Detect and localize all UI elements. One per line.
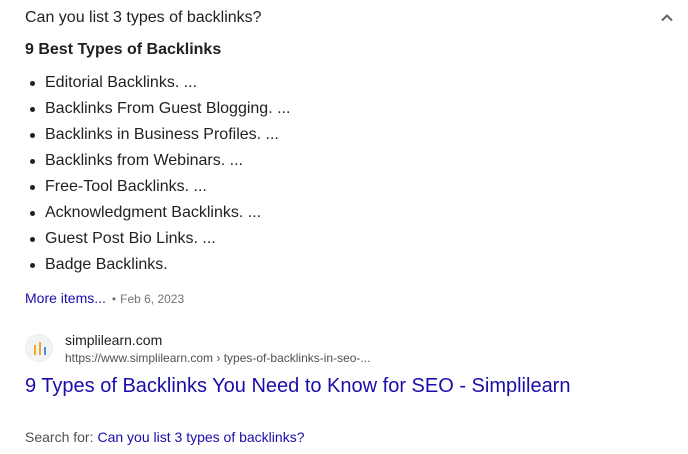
list-item: Guest Post Bio Links. ... <box>25 226 290 252</box>
bullet-icon <box>30 81 35 86</box>
search-for-label: Search for: <box>25 429 94 445</box>
list-item: Backlinks From Guest Blogging. ... <box>25 96 290 122</box>
answer-meta: More items... • Feb 6, 2023 <box>25 289 184 308</box>
list-item: Free-Tool Backlinks. ... <box>25 174 290 200</box>
chevron-up-icon[interactable] <box>659 10 675 26</box>
bullet-icon <box>30 237 35 242</box>
paa-expanded-panel: Can you list 3 types of backlinks? 9 Bes… <box>0 0 688 454</box>
list-item: Editorial Backlinks. ... <box>25 70 290 96</box>
list-item-text: Editorial Backlinks. ... <box>45 74 198 91</box>
simplilearn-favicon-icon <box>25 334 53 362</box>
list-item-text: Backlinks in Business Profiles. ... <box>45 126 279 143</box>
list-item: Backlinks from Webinars. ... <box>25 148 290 174</box>
list-item-text: Acknowledgment Backlinks. ... <box>45 204 262 221</box>
result-title-link[interactable]: 9 Types of Backlinks You Need to Know fo… <box>25 373 570 399</box>
bullet-icon <box>30 211 35 216</box>
list-item-text: Backlinks from Webinars. ... <box>45 152 243 169</box>
answer-heading: 9 Best Types of Backlinks <box>25 41 222 58</box>
list-item-text: Backlinks From Guest Blogging. ... <box>45 100 291 117</box>
bullet-icon <box>30 263 35 268</box>
list-item: Acknowledgment Backlinks. ... <box>25 200 290 226</box>
bullet-icon <box>30 159 35 164</box>
list-item-text: Free-Tool Backlinks. ... <box>45 178 207 195</box>
list-item-text: Guest Post Bio Links. ... <box>45 230 216 247</box>
list-item: Badge Backlinks. <box>25 252 290 278</box>
separator-dot: • <box>111 292 117 306</box>
question-row[interactable]: Can you list 3 types of backlinks? <box>25 7 675 29</box>
bullet-icon <box>30 133 35 138</box>
source-block[interactable]: simplilearn.com https://www.simplilearn.… <box>25 330 625 370</box>
search-for-row: Search for: Can you list 3 types of backl… <box>25 428 304 446</box>
list-item-text: Badge Backlinks. <box>45 256 168 273</box>
answer-list: Editorial Backlinks. ... Backlinks From … <box>25 70 290 278</box>
search-for-link[interactable]: Can you list 3 types of backlinks? <box>97 429 304 445</box>
list-item: Backlinks in Business Profiles. ... <box>25 122 290 148</box>
answer-date: Feb 6, 2023 <box>120 292 185 306</box>
site-url[interactable]: https://www.simplilearn.com › types-of-b… <box>65 350 370 366</box>
more-items-link[interactable]: More items... <box>25 290 106 306</box>
site-name[interactable]: simplilearn.com <box>65 331 162 349</box>
bullet-icon <box>30 107 35 112</box>
bullet-icon <box>30 185 35 190</box>
question-text[interactable]: Can you list 3 types of backlinks? <box>25 7 262 29</box>
